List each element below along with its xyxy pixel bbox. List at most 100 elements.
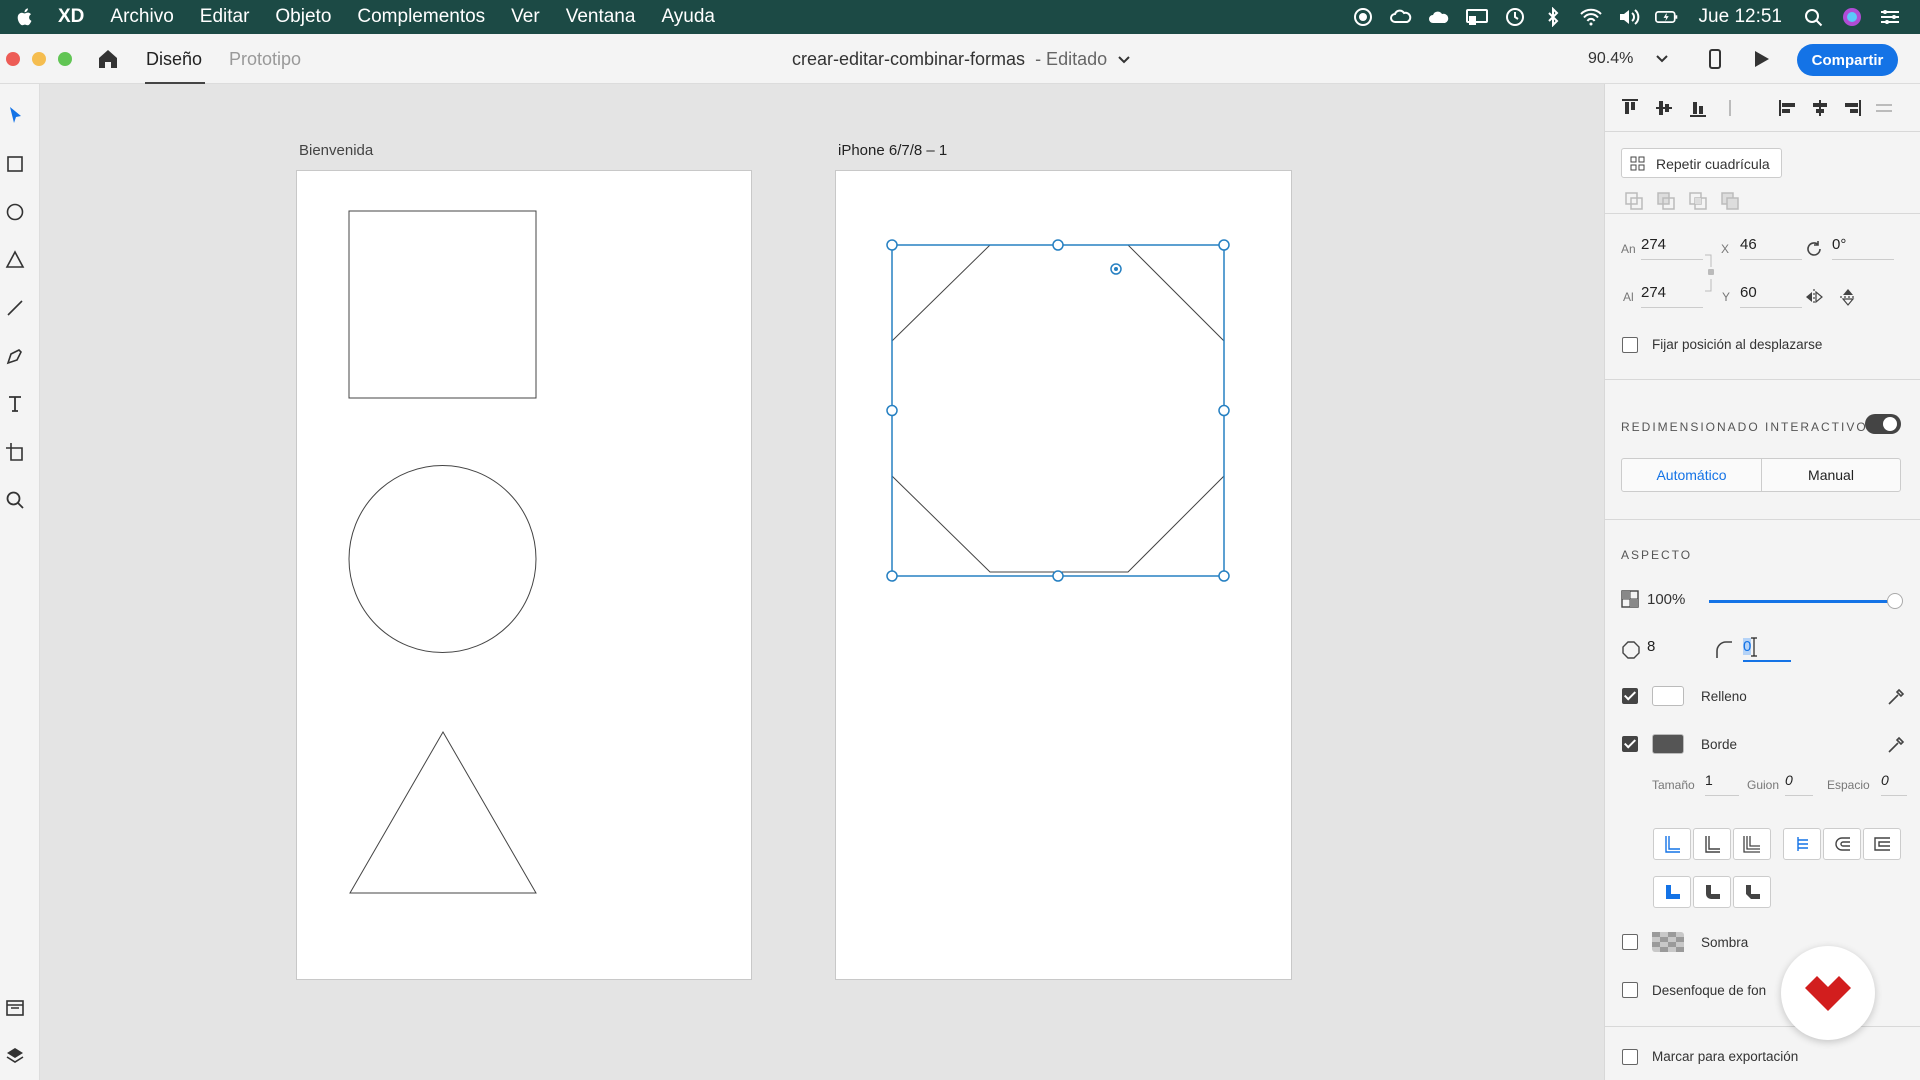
device-preview-icon[interactable] [1704, 48, 1726, 70]
window-minimize-button[interactable] [32, 52, 46, 66]
cast-icon[interactable] [1465, 7, 1489, 27]
align-right-icon[interactable] [1841, 97, 1863, 119]
cloud-icon[interactable] [1427, 7, 1451, 27]
menu-objeto[interactable]: Objeto [275, 6, 331, 28]
stroke-inside-button[interactable] [1653, 828, 1691, 860]
align-center-icon[interactable] [1809, 97, 1831, 119]
resize-manual-button[interactable]: Manual [1762, 459, 1900, 491]
opacity-slider[interactable] [1709, 593, 1903, 609]
fix-position-checkbox[interactable] [1622, 337, 1638, 353]
distribute-vertical-icon[interactable] [1719, 97, 1741, 119]
siri-icon[interactable] [1840, 7, 1864, 27]
resize-handle[interactable] [886, 570, 898, 582]
cap-round-button[interactable] [1823, 828, 1861, 860]
artboard-bienvenida[interactable] [296, 170, 752, 980]
opacity-slider-thumb[interactable] [1887, 593, 1903, 609]
flip-horizontal-icon[interactable] [1803, 286, 1825, 308]
y-field[interactable]: 60 [1740, 284, 1802, 308]
dash-field[interactable]: 0 [1785, 772, 1813, 796]
home-icon[interactable] [96, 47, 120, 71]
eyedropper-icon[interactable] [1885, 734, 1907, 756]
apple-icon[interactable] [14, 6, 36, 28]
triangle-shape[interactable] [349, 731, 537, 894]
border-color-swatch[interactable] [1652, 734, 1684, 754]
control-center-icon[interactable] [1878, 7, 1902, 27]
flip-vertical-icon[interactable] [1837, 286, 1859, 308]
artboard-icon[interactable] [3, 440, 27, 464]
tab-prototipo[interactable]: Prototipo [229, 49, 301, 70]
stroke-outside-button[interactable] [1733, 828, 1771, 860]
square-shape[interactable] [348, 210, 537, 399]
play-icon[interactable] [1750, 48, 1772, 70]
shadow-swatch[interactable] [1652, 932, 1684, 952]
fill-color-swatch[interactable] [1652, 686, 1684, 706]
x-field[interactable]: 46 [1740, 236, 1802, 260]
clock[interactable]: Jue 12:51 [1699, 6, 1782, 28]
corner-count-field[interactable]: 8 [1647, 638, 1699, 662]
resize-handle[interactable] [1052, 570, 1064, 582]
menu-ayuda[interactable]: Ayuda [661, 6, 715, 28]
battery-icon[interactable] [1654, 7, 1679, 27]
background-blur-checkbox[interactable] [1622, 982, 1638, 998]
shadow-checkbox[interactable] [1622, 934, 1638, 950]
document-title[interactable]: crear-editar-combinar-formas - Editado [792, 49, 1131, 70]
width-field[interactable]: 274 [1641, 236, 1703, 260]
eyedropper-icon[interactable] [1885, 686, 1907, 708]
window-close-button[interactable] [6, 52, 20, 66]
menu-complementos[interactable]: Complementos [357, 6, 485, 28]
artboard-label-bienvenida[interactable]: Bienvenida [299, 142, 373, 159]
boolean-exclude-icon[interactable] [1719, 190, 1741, 212]
rotation-field[interactable]: 0° [1832, 236, 1894, 260]
layers-icon[interactable] [3, 1044, 27, 1068]
creative-cloud-icon[interactable] [1389, 7, 1413, 27]
pen-icon[interactable] [3, 344, 27, 368]
border-checkbox[interactable] [1622, 736, 1638, 752]
mark-for-export-checkbox[interactable] [1622, 1049, 1638, 1065]
tab-diseno[interactable]: Diseño [146, 49, 202, 70]
circle-shape[interactable] [348, 465, 537, 653]
join-miter-button[interactable] [1653, 876, 1691, 908]
align-top-icon[interactable] [1619, 97, 1641, 119]
menu-ver[interactable]: Ver [511, 6, 540, 28]
distribute-horizontal-icon[interactable] [1873, 97, 1895, 119]
gap-field[interactable]: 0 [1881, 772, 1907, 796]
triangle-icon[interactable] [3, 248, 27, 272]
time-machine-icon[interactable] [1503, 7, 1527, 27]
resize-auto-button[interactable]: Automático [1622, 459, 1762, 491]
opacity-value[interactable]: 100% [1647, 591, 1685, 608]
boolean-subtract-icon[interactable] [1655, 190, 1677, 212]
resize-handle[interactable] [1052, 239, 1064, 251]
stroke-center-button[interactable] [1693, 828, 1731, 860]
responsive-resize-toggle[interactable] [1865, 414, 1901, 434]
menu-ventana[interactable]: Ventana [566, 6, 636, 28]
align-left-icon[interactable] [1777, 97, 1799, 119]
height-field[interactable]: 274 [1641, 284, 1703, 308]
octagon-shape[interactable] [891, 244, 1225, 573]
zoom-icon[interactable] [3, 488, 27, 512]
join-bevel-button[interactable] [1733, 876, 1771, 908]
menu-editar[interactable]: Editar [200, 6, 250, 28]
fill-checkbox[interactable] [1622, 688, 1638, 704]
lock-aspect-icon[interactable] [1703, 252, 1719, 294]
resize-handle[interactable] [1218, 239, 1230, 251]
rectangle-icon[interactable] [3, 152, 27, 176]
ellipse-icon[interactable] [3, 200, 27, 224]
border-size-field[interactable]: 1 [1705, 772, 1739, 796]
align-bottom-icon[interactable] [1687, 97, 1709, 119]
repeat-grid-button[interactable]: Repetir cuadrícula [1621, 148, 1782, 178]
record-icon[interactable] [1351, 7, 1375, 27]
zoom-dropdown[interactable]: 90.4% [1588, 50, 1669, 68]
volume-icon[interactable] [1617, 7, 1641, 27]
bluetooth-icon[interactable] [1541, 7, 1565, 27]
menu-archivo[interactable]: Archivo [110, 6, 173, 28]
align-middle-icon[interactable] [1653, 97, 1675, 119]
share-button[interactable]: Compartir [1797, 44, 1898, 76]
line-icon[interactable] [3, 296, 27, 320]
search-icon[interactable] [1802, 7, 1826, 27]
resize-handle[interactable] [886, 239, 898, 251]
cap-butt-button[interactable] [1783, 828, 1821, 860]
window-maximize-button[interactable] [58, 52, 72, 66]
boolean-intersect-icon[interactable] [1687, 190, 1709, 212]
text-icon[interactable] [3, 392, 27, 416]
resize-handle[interactable] [1218, 570, 1230, 582]
